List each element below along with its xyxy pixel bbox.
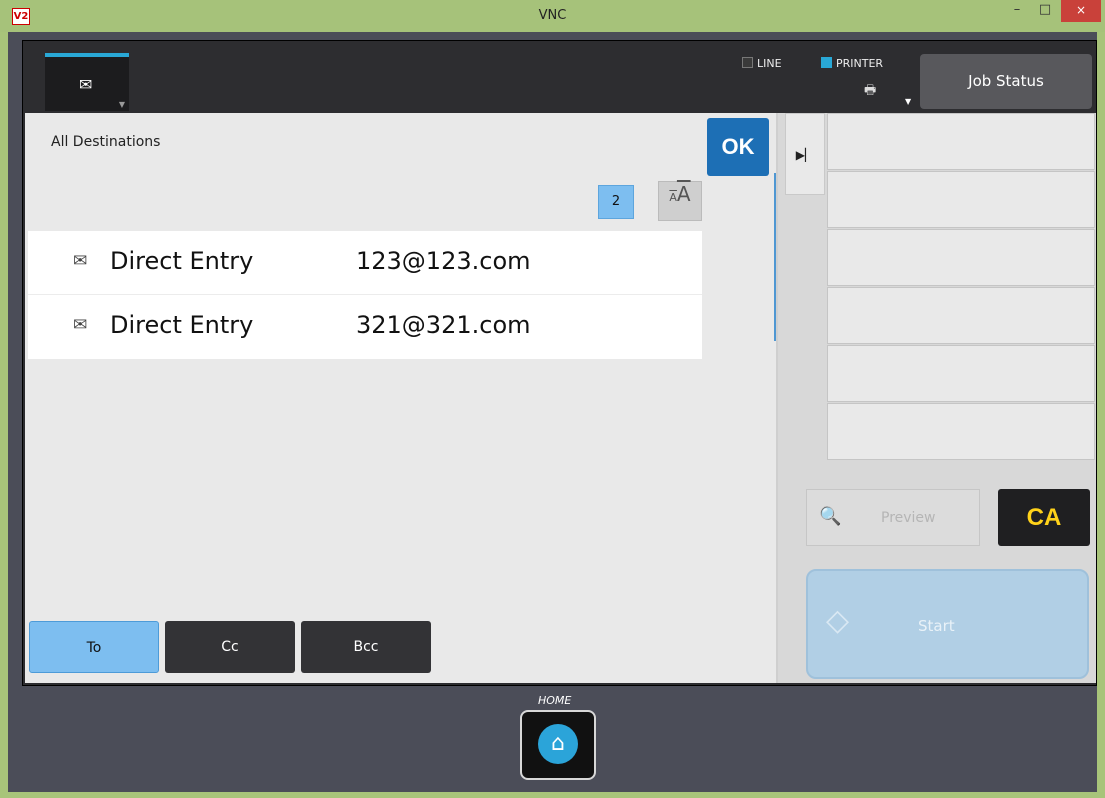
preview-label: Preview — [881, 510, 936, 526]
line-status-box — [742, 57, 753, 68]
preview-magnifier-icon: 🔍 — [819, 506, 842, 527]
shortcut-slot[interactable] — [827, 171, 1095, 228]
shortcut-slot[interactable] — [827, 403, 1095, 460]
home-label: HOME — [538, 694, 572, 707]
list-item[interactable]: ✉ Direct Entry 321@321.com — [28, 295, 702, 358]
font-size-toggle-button[interactable]: AA — [658, 181, 702, 221]
printer-icon[interactable]: 🖶 — [864, 81, 876, 103]
line-label: LINE — [757, 57, 782, 70]
printer-dropdown-icon[interactable]: ▼ — [905, 97, 911, 106]
printer-label: PRINTER — [836, 57, 884, 70]
dropdown-triangle-icon: ▼ — [118, 100, 125, 109]
printer-indicator: PRINTER — [821, 57, 883, 70]
envelope-icon: ✉ — [73, 315, 88, 335]
to-tab-button[interactable]: To — [29, 621, 159, 673]
shortcut-slot[interactable] — [827, 287, 1095, 344]
envelope-icon: ✉ — [79, 75, 93, 94]
maximize-button[interactable]: □ — [1032, 0, 1058, 22]
clear-all-button[interactable]: CA — [998, 489, 1090, 546]
destination-count-badge: 2 — [598, 185, 634, 219]
small-a-glyph: A — [669, 191, 677, 204]
preview-button[interactable]: 🔍 Preview — [806, 489, 980, 546]
entry-type: Direct Entry — [110, 311, 254, 339]
close-button[interactable]: × — [1061, 0, 1101, 22]
shortcut-slot[interactable] — [827, 229, 1095, 286]
window-title: VNC — [538, 8, 567, 23]
destinations-panel: All Destinations OK 2 AA ✉ Direct Entry … — [25, 113, 778, 683]
printer-status-box — [821, 57, 832, 68]
expand-right-icon: ▶▏ — [795, 148, 815, 162]
start-label: Start — [918, 617, 955, 635]
list-item[interactable]: ✉ Direct Entry 123@123.com — [28, 231, 702, 295]
panel-title: All Destinations — [51, 134, 161, 150]
top-bar: ✉ ▼ LINE PRINTER 🖶 ▼ Job Status — [23, 41, 1096, 113]
entry-address: 321@321.com — [356, 311, 531, 339]
right-action-area: ▶▏ 🔍 Preview CA ◇ Start — [778, 113, 1096, 683]
minimize-button[interactable]: – — [1004, 0, 1030, 22]
entry-type: Direct Entry — [110, 247, 254, 275]
shortcut-slots — [827, 113, 1095, 461]
job-status-button[interactable]: Job Status — [920, 54, 1092, 109]
device-screen: ✉ ▼ LINE PRINTER 🖶 ▼ Job Status All Dest… — [22, 40, 1097, 686]
destination-list: ✉ Direct Entry 123@123.com ✉ Direct Entr… — [28, 231, 702, 359]
line-indicator: LINE — [742, 57, 782, 70]
shortcut-slot[interactable] — [827, 345, 1095, 402]
home-icon: ⌂ — [538, 724, 578, 764]
window-titlebar: V2 VNC – □ × — [0, 0, 1105, 32]
shortcut-slot[interactable] — [827, 113, 1095, 170]
expand-panel-button[interactable]: ▶▏ — [785, 113, 825, 195]
envelope-icon: ✉ — [73, 251, 88, 271]
home-button[interactable]: ⌂ — [520, 710, 596, 780]
entry-address: 123@123.com — [356, 247, 531, 275]
bcc-tab-button[interactable]: Bcc — [301, 621, 431, 673]
start-button[interactable]: ◇ Start — [806, 569, 1089, 679]
cc-tab-button[interactable]: Cc — [165, 621, 295, 673]
email-mode-tab[interactable]: ✉ ▼ — [45, 53, 129, 111]
ok-button[interactable]: OK — [707, 118, 769, 176]
large-a-glyph: A — [676, 182, 691, 206]
start-diamond-icon: ◇ — [826, 603, 850, 638]
